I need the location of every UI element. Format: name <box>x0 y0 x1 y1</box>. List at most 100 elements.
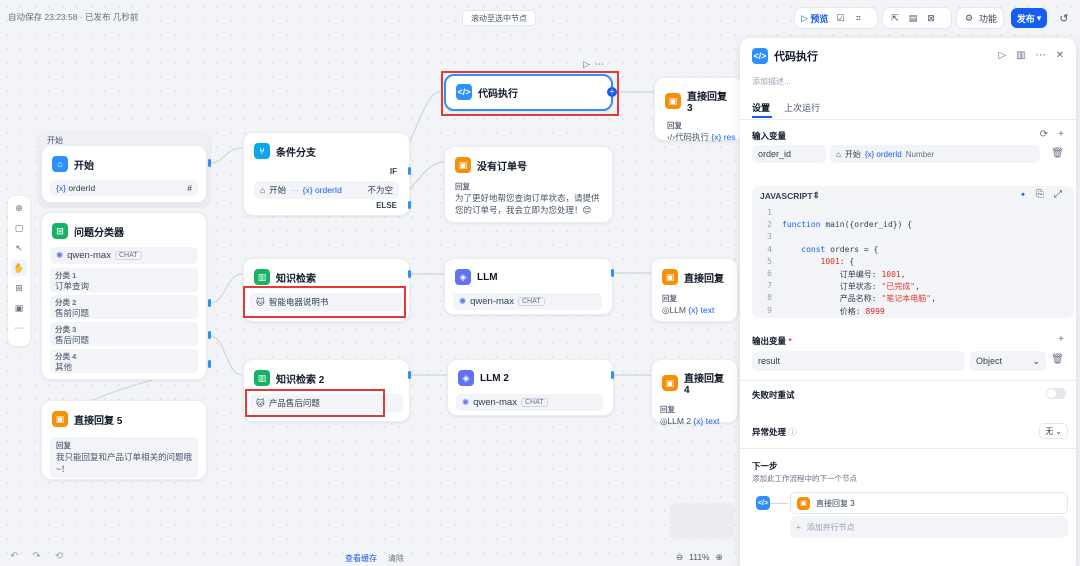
run-icon[interactable]: ▷ <box>998 50 1006 61</box>
ai-generate-icon[interactable]: ✦ <box>1020 189 1026 200</box>
code-icon: </> <box>756 496 770 510</box>
copy-icon[interactable]: ⎘ <box>1036 189 1044 200</box>
more-icon[interactable]: ⋯ <box>11 320 27 336</box>
trash-icon[interactable]: 🗑 <box>1051 148 1064 159</box>
add-icon[interactable]: + <box>1058 334 1064 345</box>
reply-icon: ▣ <box>662 375 678 391</box>
history-icon[interactable]: ⟲ <box>55 551 63 562</box>
class-label: 分类 4 <box>55 352 77 361</box>
error-handling-select[interactable]: 无 ⌄ <box>1039 423 1068 439</box>
class2-port[interactable] <box>208 331 211 339</box>
llm2-port[interactable] <box>611 371 614 379</box>
publish-button[interactable]: 发布 ▾ <box>1011 8 1047 28</box>
features-button[interactable]: ⚙ 功能 <box>956 7 1004 29</box>
class-text: 售后问题 <box>55 335 90 345</box>
pointer-icon[interactable]: ↖ <box>11 240 27 256</box>
code-line: 1001: { <box>820 256 855 266</box>
redo-icon[interactable]: ↷ <box>32 551 40 562</box>
llm-port[interactable] <box>611 269 614 277</box>
line-number: 5 <box>767 256 772 266</box>
sync-icon[interactable]: ⟳ <box>1040 129 1048 140</box>
tab-settings[interactable]: 设置 <box>752 101 770 114</box>
hand-icon[interactable]: ✋ <box>11 260 27 276</box>
scroll-to-selected-button[interactable]: 滚动至选中节点 <box>462 10 536 26</box>
book-icon[interactable]: ▥ <box>1016 50 1025 61</box>
else-port[interactable] <box>408 201 411 209</box>
add-parallel-node-button[interactable]: + 添加并行节点 <box>790 516 1068 538</box>
code-line: function main({order_id}) { <box>782 220 913 230</box>
if-branch-node[interactable]: ⑂ 条件分支 IF ⌂ 开始 ··· {x} orderId 不为空 ELSE <box>243 132 410 216</box>
line-number: 1 <box>767 208 772 217</box>
reply5-node[interactable]: ▣ 直接回复 5 回复 我只能回复和产品订单相关的问题哦~！ <box>41 400 207 480</box>
line-number: 9 <box>767 305 772 315</box>
connector <box>770 503 788 504</box>
zoom-out-icon[interactable]: ⊖ <box>676 552 683 563</box>
class-item: 分类 3 售后问题 <box>50 322 198 346</box>
organize-icon[interactable]: ⊞ <box>11 280 27 296</box>
minimap[interactable] <box>670 503 734 539</box>
input-var-name[interactable]: order_id <box>752 145 826 163</box>
start-output-port[interactable] <box>208 159 211 167</box>
class3-port[interactable] <box>208 360 211 368</box>
input-var-source[interactable]: ⌂ 开始 {x} orderId Number <box>830 145 1040 163</box>
retry-toggle[interactable] <box>1046 388 1066 399</box>
add-next-node-button[interactable]: + <box>607 87 617 97</box>
more-icon[interactable]: ⋯ <box>595 59 604 69</box>
reply3-content: 回复 ‹/›代码执行 {x} res <box>667 121 736 142</box>
branch-icon: ⑂ <box>254 143 270 159</box>
trash-icon[interactable]: 🗑 <box>1051 354 1064 365</box>
image-icon[interactable]: ▣ <box>11 300 27 316</box>
knowledge2-node[interactable]: ▥ 知识检索 2 🐱 产品售后问题 <box>243 359 410 422</box>
class1-port[interactable] <box>208 299 211 307</box>
add-node-icon[interactable]: ⊕ <box>11 200 27 216</box>
chevron-updown-icon: ⇕ <box>812 190 820 200</box>
code-icon: </> <box>752 48 768 64</box>
add-icon[interactable]: + <box>1058 129 1064 140</box>
description-input[interactable]: 添加描述... <box>752 76 791 87</box>
line-number: 8 <box>767 293 772 303</box>
next-node-item[interactable]: ▣ 直接回复 3 <box>790 492 1068 514</box>
more-icon[interactable]: ⋯ <box>1036 50 1046 61</box>
info-icon: ⓘ <box>788 427 797 437</box>
run-icon[interactable]: ▷ <box>583 59 590 69</box>
zoom-level[interactable]: 111% <box>689 552 709 563</box>
zoom-in-icon[interactable]: ⊕ <box>716 552 723 563</box>
tab-last-run[interactable]: 上次运行 <box>784 101 820 114</box>
expand-icon[interactable]: ⤢ <box>1054 189 1062 200</box>
reply-icon: ▣ <box>665 93 681 109</box>
next-step-title: 下一步 <box>752 461 778 471</box>
classifier-node[interactable]: ⊞ 问题分类器 ✺ qwen-max CHAT 分类 1 订单查询 分类 2 售前问题分… <box>41 212 207 380</box>
export-icon[interactable]: ⇱ <box>887 10 903 26</box>
preview-button[interactable]: ▷ 预览 <box>799 10 830 26</box>
knowledge1-port[interactable] <box>408 270 411 278</box>
env-icon[interactable]: ▤ <box>905 10 921 26</box>
knowledge2-dataset: 🐱 产品售后问题 <box>250 394 403 412</box>
output-var-name[interactable]: result <box>752 351 965 371</box>
language-selector[interactable]: JAVASCRIPT ⇕ <box>760 190 820 201</box>
history-icon[interactable]: ↺ <box>1054 8 1074 28</box>
reply4-node[interactable]: ▣ 直接回复 4 回复 ◎LLM 2 {x} text <box>651 359 738 426</box>
close-box-icon[interactable]: ⊠ <box>923 10 939 26</box>
view-cache-button[interactable]: 查看缓存 <box>345 553 377 564</box>
class-label: 分类 2 <box>55 298 77 307</box>
code-editor[interactable]: JAVASCRIPT ⇕ ✦ ⎘ ⤢ 1 2 function main({order… <box>752 186 1074 318</box>
close-icon[interactable]: ✕ <box>1056 50 1064 61</box>
no-order-node[interactable]: ▣ 没有订单号 回复 为了更好地帮您查询订单状态，请提供您的订单号，我会立即为您处… <box>444 146 613 223</box>
llm-node[interactable]: ◈ LLM ✺ qwen-max CHAT <box>444 258 613 315</box>
undo-icon[interactable]: ↶ <box>10 551 18 562</box>
checklist-icon[interactable]: ☑ <box>832 10 848 26</box>
reply-llm-node[interactable]: ▣ 直接回复 回复 ◎LLM {x} text <box>651 258 738 322</box>
clear-button[interactable]: 清除 <box>388 553 404 564</box>
reply3-node[interactable]: ▣ 直接回复 3 回复 ‹/›代码执行 {x} res <box>654 77 744 142</box>
if-port[interactable] <box>408 167 411 175</box>
code-exec-node[interactable]: </> 代码执行 <box>444 74 613 111</box>
output-type-select[interactable]: Object ⌄ <box>970 351 1046 371</box>
code-icon: </> <box>456 84 472 100</box>
llm2-node[interactable]: ◈ LLM 2 ✺ qwen-max CHAT <box>447 359 614 416</box>
class-label: 分类 1 <box>55 271 77 280</box>
knowledge1-node[interactable]: ▥ 知识检索 🐱 智能电器说明书 <box>243 258 410 322</box>
note-icon[interactable]: ▢ <box>11 220 27 236</box>
start-node[interactable]: ⌂ 开始 {x} orderId # <box>41 145 207 203</box>
variables-icon[interactable]: ⌗ <box>850 10 866 26</box>
knowledge2-port[interactable] <box>408 371 411 379</box>
